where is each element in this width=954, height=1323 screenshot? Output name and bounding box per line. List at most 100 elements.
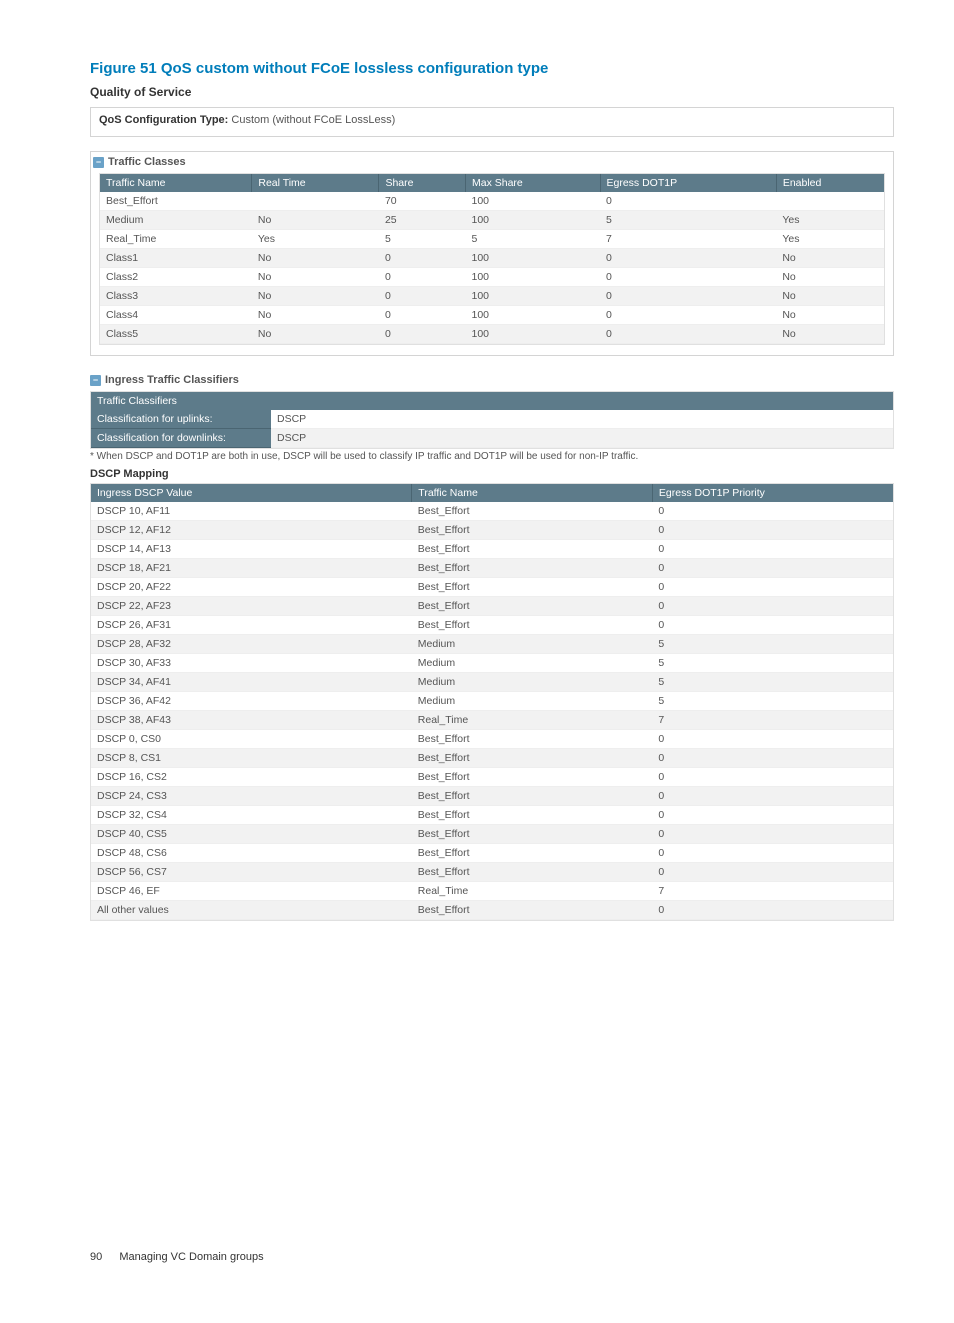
table-cell: 70 [379, 192, 466, 211]
table-cell: Best_Effort [412, 502, 653, 521]
table-cell: 0 [652, 521, 893, 540]
table-cell: Best_Effort [412, 559, 653, 578]
page-footer: 90 Managing VC Domain groups [90, 1251, 894, 1263]
table-cell: 5 [652, 654, 893, 673]
table-cell: DSCP 24, CS3 [91, 787, 412, 806]
table-header: Egress DOT1P Priority [652, 484, 893, 502]
table-cell: No [252, 268, 379, 287]
table-cell: 0 [652, 578, 893, 597]
table-row: DSCP 26, AF31Best_Effort0 [91, 616, 893, 635]
table-cell: Best_Effort [100, 192, 252, 211]
footnote: * When DSCP and DOT1P are both in use, D… [90, 451, 894, 462]
table-cell: 0 [652, 844, 893, 863]
classifiers-table: Classification for uplinks:DSCPClassific… [91, 410, 893, 448]
classifier-label: Classification for uplinks: [91, 410, 271, 429]
table-cell: DSCP 12, AF12 [91, 521, 412, 540]
table-cell: Real_Time [412, 711, 653, 730]
table-cell: Medium [412, 673, 653, 692]
table-cell: Yes [776, 230, 884, 249]
table-row: Class3No01000No [100, 287, 884, 306]
table-cell: Best_Effort [412, 863, 653, 882]
classifier-label: Classification for downlinks: [91, 429, 271, 448]
table-cell: Real_Time [412, 882, 653, 901]
table-row: DSCP 28, AF32Medium5 [91, 635, 893, 654]
table-cell: 7 [600, 230, 776, 249]
table-row: Best_Effort701000 [100, 192, 884, 211]
table-cell [776, 192, 884, 211]
table-cell: DSCP 48, CS6 [91, 844, 412, 863]
table-cell: DSCP 26, AF31 [91, 616, 412, 635]
table-cell: 0 [652, 559, 893, 578]
table-cell: 5 [379, 230, 466, 249]
table-row: All other valuesBest_Effort0 [91, 901, 893, 920]
table-cell: Class2 [100, 268, 252, 287]
table-row: Classification for uplinks:DSCP [91, 410, 893, 429]
table-row: DSCP 40, CS5Best_Effort0 [91, 825, 893, 844]
table-cell: DSCP 56, CS7 [91, 863, 412, 882]
table-row: DSCP 48, CS6Best_Effort0 [91, 844, 893, 863]
table-cell: 100 [466, 211, 601, 230]
table-cell: 0 [652, 749, 893, 768]
table-cell: Real_Time [100, 230, 252, 249]
table-cell: DSCP 20, AF22 [91, 578, 412, 597]
table-cell: No [252, 287, 379, 306]
table-cell: 0 [652, 597, 893, 616]
table-row: DSCP 56, CS7Best_Effort0 [91, 863, 893, 882]
table-header: Traffic Name [100, 174, 252, 192]
table-cell: Best_Effort [412, 540, 653, 559]
table-cell: Class4 [100, 306, 252, 325]
table-row: DSCP 8, CS1Best_Effort0 [91, 749, 893, 768]
table-cell: All other values [91, 901, 412, 920]
table-cell: Best_Effort [412, 578, 653, 597]
ingress-panel: − Ingress Traffic Classifiers Traffic Cl… [90, 370, 894, 931]
table-cell: No [252, 325, 379, 344]
table-cell: DSCP 18, AF21 [91, 559, 412, 578]
table-cell: 0 [652, 616, 893, 635]
table-cell: DSCP 14, AF13 [91, 540, 412, 559]
table-row: DSCP 46, EFReal_Time7 [91, 882, 893, 901]
table-cell: 0 [600, 306, 776, 325]
config-type-label: QoS Configuration Type: [99, 114, 228, 126]
table-cell: DSCP 30, AF33 [91, 654, 412, 673]
table-row: Class4No01000No [100, 306, 884, 325]
table-cell: Medium [412, 635, 653, 654]
table-cell [252, 192, 379, 211]
table-header: Real Time [252, 174, 379, 192]
dscp-mapping-table: Ingress DSCP ValueTraffic NameEgress DOT… [91, 484, 893, 920]
table-cell: 5 [652, 692, 893, 711]
table-cell: 0 [600, 249, 776, 268]
config-type-panel: QoS Configuration Type: Custom (without … [90, 107, 894, 137]
table-row: DSCP 0, CS0Best_Effort0 [91, 730, 893, 749]
table-cell: 0 [600, 268, 776, 287]
table-cell: DSCP 22, AF23 [91, 597, 412, 616]
table-cell: Best_Effort [412, 787, 653, 806]
table-cell: DSCP 16, CS2 [91, 768, 412, 787]
table-cell: 100 [466, 249, 601, 268]
table-cell: Best_Effort [412, 730, 653, 749]
table-row: DSCP 10, AF11Best_Effort0 [91, 502, 893, 521]
classifiers-box: Traffic Classifiers Classification for u… [90, 391, 894, 449]
table-row: DSCP 32, CS4Best_Effort0 [91, 806, 893, 825]
table-cell: 100 [466, 268, 601, 287]
collapse-icon[interactable]: − [93, 157, 104, 168]
table-header: Ingress DSCP Value [91, 484, 412, 502]
table-cell: 0 [652, 901, 893, 920]
table-cell: DSCP 32, CS4 [91, 806, 412, 825]
table-cell: 5 [652, 673, 893, 692]
ingress-title: Ingress Traffic Classifiers [105, 374, 239, 386]
table-cell: Yes [252, 230, 379, 249]
table-cell: No [776, 268, 884, 287]
table-cell: Best_Effort [412, 521, 653, 540]
table-row: DSCP 24, CS3Best_Effort0 [91, 787, 893, 806]
table-cell: Class1 [100, 249, 252, 268]
table-cell: 5 [466, 230, 601, 249]
figure-title: Figure 51 QoS custom without FCoE lossle… [90, 60, 894, 77]
table-cell: 0 [600, 287, 776, 306]
table-cell: 0 [652, 768, 893, 787]
collapse-icon[interactable]: − [90, 375, 101, 386]
table-row: Class2No01000No [100, 268, 884, 287]
table-row: DSCP 22, AF23Best_Effort0 [91, 597, 893, 616]
table-cell: 0 [379, 268, 466, 287]
table-header: Traffic Name [412, 484, 653, 502]
table-cell: 0 [652, 540, 893, 559]
